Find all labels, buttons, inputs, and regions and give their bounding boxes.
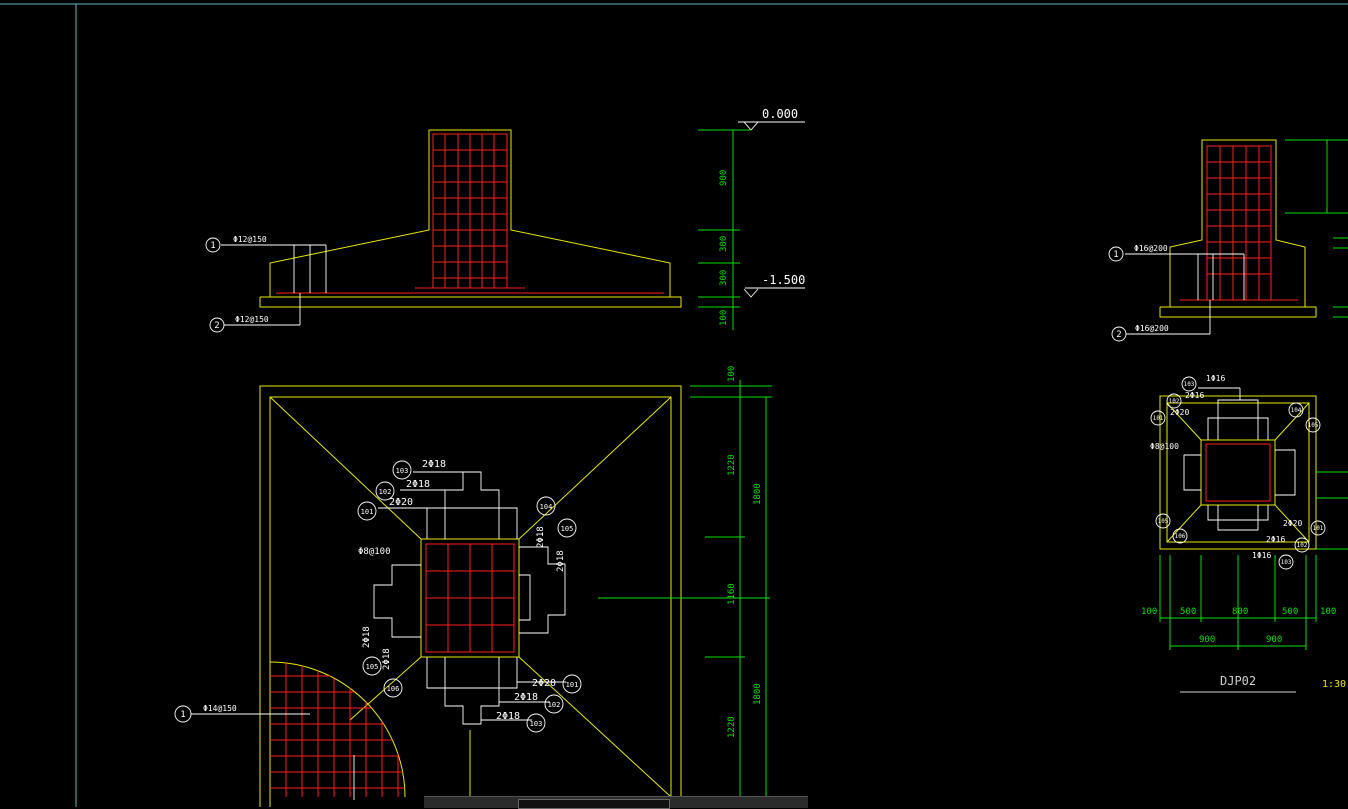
right-plan-side-ticks	[1316, 471, 1348, 550]
right-plan-dimensions	[1159, 555, 1317, 650]
plan-rebar-2d18-c: 2Φ18	[536, 526, 546, 548]
r-dim-100-a: 100	[1141, 607, 1157, 617]
plan-dim-1220-b: 1220	[727, 716, 737, 738]
r-rebar-2d16-b: 2Φ16	[1266, 535, 1285, 544]
plan-dim-1220-a: 1220	[727, 454, 737, 476]
plan-dim-1800-b: 1800	[753, 683, 763, 705]
plan-rebar-2d18-g: 2Φ18	[514, 692, 538, 703]
plan-rebar-phi8: Φ8@100	[358, 547, 391, 557]
plan-view-left	[191, 385, 682, 807]
r-rebar-1d16-b: 1Φ16	[1252, 551, 1271, 560]
r-tag-103-b: 103	[1281, 559, 1292, 566]
plan-rebar-2d18-h: 2Φ18	[496, 711, 520, 722]
plan-rebar-2d18-b: 2Φ18	[406, 479, 430, 490]
plan-tag-101-bottom: 101	[566, 681, 579, 689]
elevation-bottom: -1.500	[762, 273, 805, 287]
r-rebar-2d16: 2Φ16	[1185, 391, 1204, 400]
elevation-markers	[738, 121, 805, 298]
plan-tag-105-right: 105	[561, 525, 574, 533]
section1-mark-1: 1	[210, 241, 215, 251]
r-rebar-2d20-b: 2Φ20	[1283, 519, 1302, 528]
r-dim-900-b: 900	[1266, 635, 1282, 645]
plan-dim-1160: 1160	[727, 583, 737, 605]
r-rebar-phi8: Φ8@100	[1150, 442, 1179, 451]
dim-300-b: 300	[719, 270, 729, 286]
plan-tag-101-top: 101	[361, 508, 374, 516]
plan-tag-104-right: 104	[540, 503, 553, 511]
r-tag-102: 102	[1169, 398, 1180, 405]
section1-rebar-label-2: Φ12@150	[235, 315, 269, 324]
section1-mark-2: 2	[214, 321, 219, 331]
plan-dim-1800-a: 1800	[753, 483, 763, 505]
plan-dimension-lines	[598, 380, 772, 807]
dim-300-a: 300	[719, 236, 729, 252]
r-tag-103: 103	[1184, 381, 1195, 388]
plan-rebar-2d18-e: 2Φ18	[362, 626, 372, 648]
r-tag-104: 104	[1291, 407, 1302, 414]
plan-mark-1: 1	[180, 710, 185, 720]
plan-rebar-2d20-b: 2Φ20	[532, 678, 556, 689]
plan-rebar-2d18-d: 2Φ18	[556, 550, 566, 572]
r-dim-500-b: 500	[1282, 607, 1298, 617]
r-tag-101-b: 101	[1313, 525, 1324, 532]
r-dim-500-a: 500	[1180, 607, 1196, 617]
section-view-left	[221, 129, 682, 326]
plan-tag-102-bottom: 102	[548, 701, 561, 709]
dim-900: 900	[719, 170, 729, 186]
plan-tag-105-left: 105	[366, 663, 379, 671]
detail-scale: 1:30	[1322, 679, 1346, 690]
r-tag-102-b: 102	[1297, 542, 1308, 549]
right-mark-1: 1	[1113, 250, 1118, 260]
plan-tag-103-bottom: 103	[530, 720, 543, 728]
plan-rebar-2d18-a: 2Φ18	[422, 459, 446, 470]
cad-drawing-canvas[interactable]: 1 2 Φ12@150 Φ12@150 0.000 -1.500 900 300…	[0, 0, 1348, 807]
r-dim-800: 800	[1232, 607, 1248, 617]
dim-100-a: 100	[719, 310, 729, 326]
plan-tag-103-top: 103	[396, 467, 409, 475]
elevation-top: 0.000	[762, 107, 798, 121]
r-rebar-1d16-a: 1Φ16	[1206, 374, 1225, 383]
plan-view-right	[1150, 376, 1326, 570]
command-input[interactable]	[518, 799, 670, 809]
r-tag-101: 101	[1153, 415, 1164, 422]
plan-rebar-phi14: Φ14@150	[203, 704, 237, 713]
right-rebar-label-1: Φ16@200	[1134, 244, 1168, 253]
r-rebar-2d20-a: 2Φ20	[1170, 408, 1189, 417]
r-tag-105-a: 105	[1308, 422, 1319, 429]
right-mark-2: 2	[1116, 330, 1121, 340]
r-dim-900-a: 900	[1199, 635, 1215, 645]
right-rebar-label-2: Φ16@200	[1135, 324, 1169, 333]
section-view-right	[1125, 139, 1348, 335]
r-tag-105-b: 105	[1158, 518, 1169, 525]
plan-rebar-2d18-f: 2Φ18	[382, 648, 392, 670]
r-tag-106: 106	[1175, 533, 1186, 540]
r-dim-100-b: 100	[1320, 607, 1336, 617]
plan-tag-106-left: 106	[387, 685, 400, 693]
section1-dimension-lines	[698, 129, 751, 330]
plan-rebar-2d20-a: 2Φ20	[389, 497, 413, 508]
section1-rebar-label-1: Φ12@150	[233, 235, 267, 244]
plan-tag-102-top: 102	[379, 488, 392, 496]
plan-dim-100: 100	[727, 366, 737, 382]
detail-title: DJP02	[1220, 674, 1256, 688]
